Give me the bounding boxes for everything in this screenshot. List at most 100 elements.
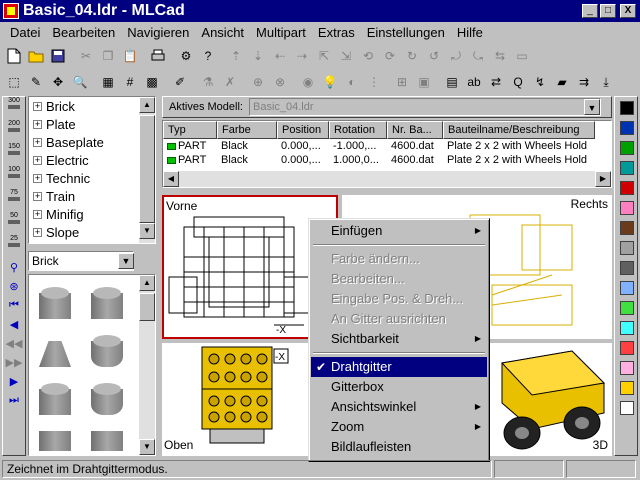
col-color[interactable]: Farbe [217, 121, 277, 139]
col-type[interactable]: Typ [163, 121, 217, 139]
print-icon[interactable] [148, 46, 168, 66]
color-swatch[interactable] [620, 101, 634, 115]
move-up-icon[interactable]: ⇡ [226, 46, 246, 66]
tree-item-electric[interactable]: + Electric [29, 151, 155, 169]
menu-item-gitterbox[interactable]: Gitterbox [311, 377, 487, 397]
expand-icon[interactable]: + [33, 173, 42, 183]
parts-tree[interactable]: + Brick + Plate + Baseplate + Electric + Tech… [28, 96, 156, 244]
copy-icon[interactable]: ❐ [98, 46, 118, 66]
insert-part-icon[interactable]: ▤ [442, 72, 462, 92]
open-folder-icon[interactable] [26, 46, 46, 66]
color-swatch[interactable] [620, 401, 634, 415]
part-preview-item[interactable] [35, 379, 75, 419]
zoom-100[interactable]: 100 [3, 166, 25, 187]
replace-icon[interactable]: ⇄ [486, 72, 506, 92]
part-preview-item[interactable] [35, 421, 75, 451]
menu-einstellungen[interactable]: Einstellungen [361, 25, 451, 40]
parts-list[interactable]: Typ Farbe Position Rotation Nr. Ba... Ba… [162, 120, 612, 188]
last-step-icon[interactable]: ⏭ [3, 391, 25, 410]
zoom-75[interactable]: 75 [3, 189, 25, 210]
rewind-icon[interactable]: ◀◀ [3, 334, 25, 353]
tree-scroll-thumb[interactable] [139, 115, 155, 223]
scroll-right-icon[interactable]: ▶ [595, 171, 611, 187]
zoom-window-icon[interactable]: ⊛ [3, 277, 25, 296]
app-icon[interactable] [3, 3, 19, 19]
color-swatch[interactable] [620, 361, 634, 375]
preview-scroll-thumb[interactable] [139, 293, 155, 321]
scroll-up-icon[interactable]: ▲ [139, 275, 155, 291]
forward-icon[interactable]: ▶▶ [3, 353, 25, 372]
rotate-x-icon[interactable]: ⟲ [358, 46, 378, 66]
minimize-button[interactable]: _ [582, 4, 598, 18]
tree-item-train[interactable]: + Train [29, 187, 155, 205]
maximize-button[interactable]: □ [600, 4, 616, 18]
scroll-down-icon[interactable]: ▼ [139, 223, 155, 239]
first-step-icon[interactable]: ⏮ [3, 296, 25, 315]
light-icon[interactable]: 💡 [320, 72, 340, 92]
part-preview-item[interactable] [87, 379, 127, 419]
grid-toggle-icon[interactable]: ⋮ [364, 72, 384, 92]
part-icon[interactable]: ▣ [414, 72, 434, 92]
zoom-tool-icon[interactable]: 🔍 [70, 72, 90, 92]
color-swatch[interactable] [620, 241, 634, 255]
menu-bearbeiten[interactable]: Bearbeiten [46, 25, 121, 40]
scroll-up-icon[interactable]: ▲ [139, 97, 155, 113]
grid-icon[interactable]: # [120, 72, 140, 92]
step-icon[interactable]: ⊕ [248, 72, 268, 92]
tree-item-slope[interactable]: + Slope [29, 223, 155, 241]
rotate-zz-icon[interactable]: ⤿ [468, 46, 488, 66]
move-out-icon[interactable]: ⇲ [336, 46, 356, 66]
rotate-yy-icon[interactable]: ⤾ [446, 46, 466, 66]
color-swatch[interactable] [620, 261, 634, 275]
scroll-down-icon[interactable]: ▼ [139, 439, 155, 455]
tree-item-baseplate[interactable]: + Baseplate [29, 133, 155, 151]
zoom-150[interactable]: 150 [3, 143, 25, 164]
tree-item-minifig[interactable]: + Minifig [29, 205, 155, 223]
menu-item-einfuegen[interactable]: Einfügen ▶ [311, 221, 487, 241]
export-icon[interactable]: ⤓ [596, 72, 616, 92]
color-swatch[interactable] [620, 301, 634, 315]
menu-datei[interactable]: Datei [4, 25, 46, 40]
rotate-z-icon[interactable]: ↻ [402, 46, 422, 66]
group-icon[interactable]: ⊞ [392, 72, 412, 92]
tree-item-plate[interactable]: + Plate [29, 115, 155, 133]
table-row[interactable]: PART Black 0.000,... 1.000,0... 4600.dat… [163, 153, 611, 167]
expand-icon[interactable]: + [33, 209, 42, 219]
next-step-icon[interactable]: ▶ [3, 372, 25, 391]
new-file-icon[interactable] [4, 46, 24, 66]
select-tool-icon[interactable]: ⬚ [4, 72, 24, 92]
color-swatch[interactable] [620, 141, 634, 155]
part-preview-item[interactable] [87, 331, 127, 371]
expand-icon[interactable]: + [33, 119, 42, 129]
parts-preview-scrollbar[interactable]: ▲ ▼ [139, 275, 155, 455]
move-in-icon[interactable]: ⇱ [314, 46, 334, 66]
fine-grid-icon[interactable]: ▩ [142, 72, 162, 92]
brick-icon[interactable]: ▭ [512, 46, 532, 66]
color-swatch[interactable] [620, 341, 634, 355]
color-swatch[interactable] [620, 281, 634, 295]
col-rotation[interactable]: Rotation [329, 121, 387, 139]
part-preview-item[interactable] [35, 283, 75, 323]
previous-step-icon[interactable]: ◀ [3, 315, 25, 334]
active-model-combo[interactable]: Basic_04.ldr ▼ [248, 98, 601, 116]
menu-extras[interactable]: Extras [312, 25, 361, 40]
move-tool-icon[interactable]: ✥ [48, 72, 68, 92]
color-swatch[interactable] [620, 201, 634, 215]
col-position[interactable]: Position [277, 121, 329, 139]
color-swatch[interactable] [620, 161, 634, 175]
delete-icon[interactable]: ✗ [220, 72, 240, 92]
save-icon[interactable] [48, 46, 68, 66]
help-pointer-icon[interactable]: ? [198, 46, 218, 66]
move-down-icon[interactable]: ⇣ [248, 46, 268, 66]
tree-item-technic[interactable]: + Technic [29, 169, 155, 187]
zoom-25[interactable]: 25 [3, 235, 25, 256]
color-swatch[interactable] [620, 181, 634, 195]
menu-ansicht[interactable]: Ansicht [195, 25, 250, 40]
expand-icon[interactable]: + [33, 227, 42, 237]
rotate-xx-icon[interactable]: ↺ [424, 46, 444, 66]
edit-tool-icon[interactable]: ✎ [26, 72, 46, 92]
no-step-icon[interactable]: ⊗ [270, 72, 290, 92]
color-swatch[interactable] [620, 121, 634, 135]
combo-dropdown-icon[interactable]: ▼ [583, 99, 600, 115]
color-icon[interactable]: ◐ [342, 72, 362, 92]
